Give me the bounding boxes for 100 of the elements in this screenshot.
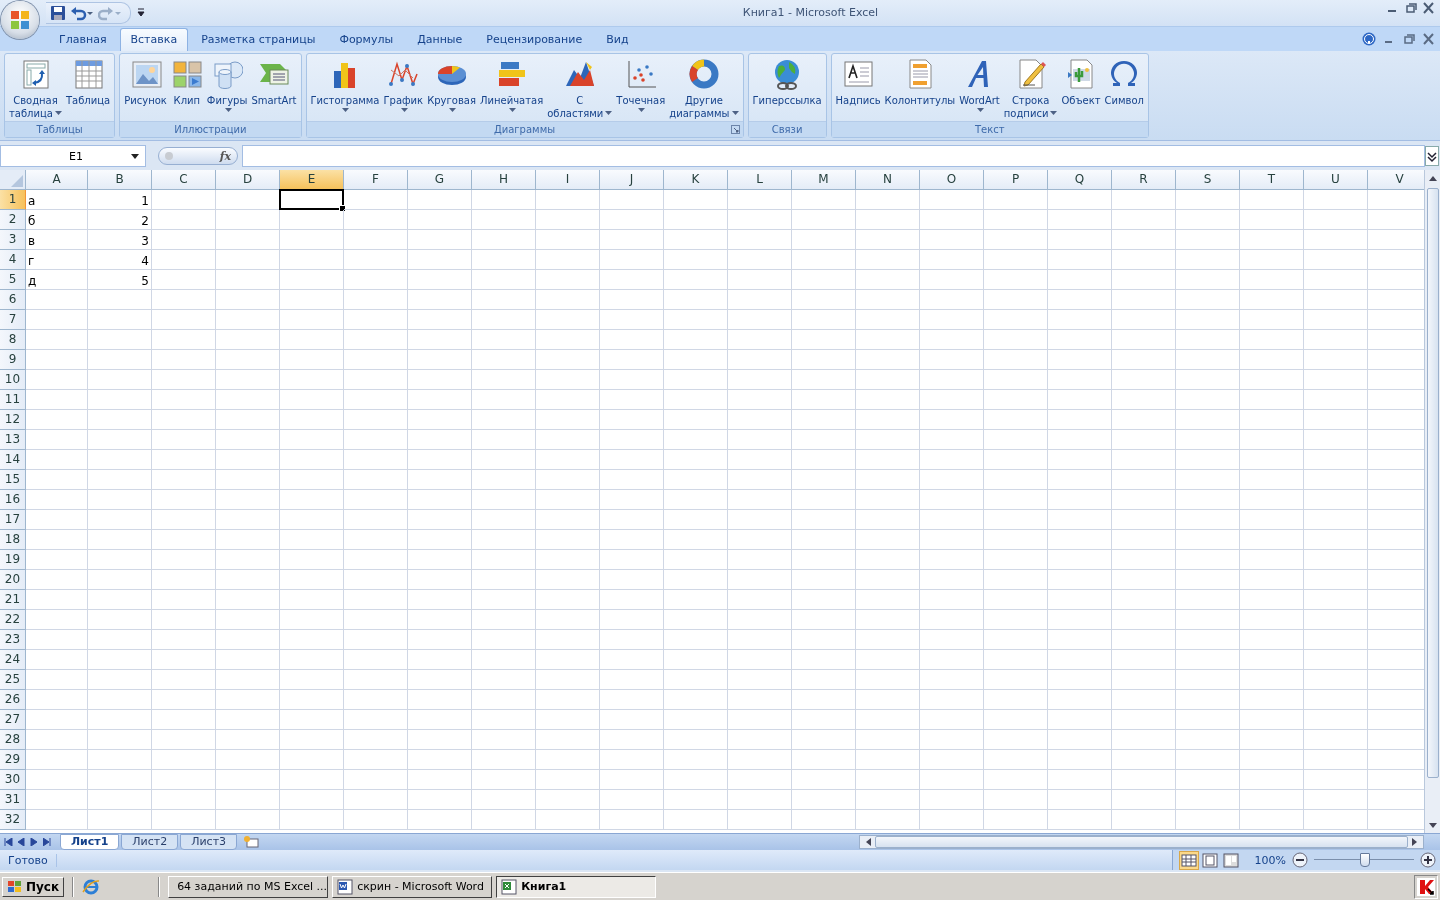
browser-icon[interactable] — [82, 877, 101, 896]
row-header[interactable]: 29 — [0, 750, 26, 771]
row-header[interactable]: 5 — [0, 270, 26, 291]
column-header[interactable]: L — [728, 170, 792, 191]
row-header[interactable]: 19 — [0, 550, 26, 571]
column-header[interactable]: N — [856, 170, 920, 191]
zoom-out-icon[interactable] — [1292, 852, 1308, 869]
column-header[interactable]: M — [792, 170, 856, 191]
row-header[interactable]: 3 — [0, 230, 26, 251]
row-header[interactable]: 30 — [0, 770, 26, 791]
row-header[interactable]: 1 — [0, 190, 26, 211]
row-header[interactable]: 31 — [0, 790, 26, 811]
previous-sheet-icon[interactable] — [17, 838, 26, 847]
row-header[interactable]: 9 — [0, 350, 26, 371]
ribbon-button[interactable]: Объект — [1059, 55, 1103, 121]
column-header[interactable]: U — [1304, 170, 1368, 191]
sheet-tab[interactable]: Лист3 — [180, 834, 238, 851]
taskbar-button[interactable]: 64 заданий по MS Excel ... — [168, 875, 329, 898]
grid-cell[interactable]: 3 — [88, 230, 152, 251]
view-button[interactable] — [1199, 850, 1220, 870]
column-header[interactable]: C — [152, 170, 216, 191]
customize-caret-icon[interactable] — [137, 7, 145, 18]
column-header[interactable]: E — [280, 170, 344, 191]
grid-cell[interactable]: г — [26, 250, 88, 271]
ribbon-button[interactable]: Символ — [1102, 55, 1146, 121]
ribbon-button[interactable]: Другие диаграммы — [667, 55, 741, 121]
ribbon-tab[interactable]: Главная — [48, 27, 118, 51]
taskbar-button[interactable]: Книга1 — [496, 875, 657, 898]
grid-cell[interactable]: 1 — [88, 190, 152, 211]
row-header[interactable]: 12 — [0, 410, 26, 431]
ribbon-button[interactable]: Линейчатая — [477, 55, 546, 121]
ribbon-button[interactable]: Клип — [168, 55, 205, 121]
grid-cell[interactable]: 2 — [88, 210, 152, 231]
column-header[interactable]: I — [536, 170, 600, 191]
row-header[interactable]: 27 — [0, 710, 26, 731]
grid-cell[interactable]: 4 — [88, 250, 152, 271]
horizontal-scrollbar[interactable] — [858, 835, 1424, 850]
ribbon-tab[interactable]: Разметка страницы — [190, 27, 327, 51]
name-box[interactable]: E1 — [0, 145, 146, 168]
close-button[interactable] — [1422, 2, 1436, 14]
scroll-up-icon[interactable] — [1428, 175, 1437, 181]
column-header[interactable]: A — [26, 170, 88, 191]
scroll-left-icon[interactable] — [865, 838, 871, 847]
row-header[interactable]: 26 — [0, 690, 26, 711]
row-header[interactable]: 15 — [0, 470, 26, 491]
insert-sheet-icon[interactable] — [243, 836, 260, 849]
ribbon-button[interactable]: Таблица — [63, 55, 113, 121]
column-header[interactable]: T — [1240, 170, 1304, 191]
row-header[interactable]: 17 — [0, 510, 26, 531]
scroll-down-icon[interactable] — [1428, 822, 1437, 828]
row-header[interactable]: 21 — [0, 590, 26, 611]
ribbon-button[interactable]: Фигуры — [204, 55, 250, 121]
row-header[interactable]: 11 — [0, 390, 26, 411]
column-header[interactable]: H — [472, 170, 536, 191]
formula-field[interactable] — [242, 145, 1425, 168]
select-all-button[interactable] — [0, 170, 26, 191]
row-header[interactable]: 28 — [0, 730, 26, 751]
insert-function-button[interactable]: fx — [219, 149, 231, 163]
last-sheet-icon[interactable] — [43, 838, 52, 847]
column-header[interactable]: V — [1368, 170, 1424, 191]
column-header[interactable]: D — [216, 170, 280, 191]
row-header[interactable]: 16 — [0, 490, 26, 511]
row-header[interactable]: 25 — [0, 670, 26, 691]
column-header[interactable]: O — [920, 170, 984, 191]
row-header[interactable]: 10 — [0, 370, 26, 391]
sheet-tab[interactable]: Лист1 — [59, 834, 120, 851]
row-header[interactable]: 22 — [0, 610, 26, 631]
vertical-scrollbar[interactable] — [1424, 170, 1440, 834]
ribbon-button[interactable]: С областями — [545, 55, 615, 121]
grid-cell[interactable]: а — [26, 190, 88, 211]
ribbon-button[interactable]: Точечная — [614, 55, 668, 121]
ribbon-button[interactable]: Гистограмма — [308, 55, 382, 121]
taskbar-button[interactable]: скрин - Microsoft Word — [332, 875, 493, 898]
ribbon-tab[interactable]: Вставка — [119, 27, 189, 51]
row-header[interactable]: 24 — [0, 650, 26, 671]
ribbon-tab[interactable]: Рецензирование — [475, 27, 594, 51]
grid-cell[interactable]: д — [26, 270, 88, 291]
column-header[interactable]: F — [344, 170, 408, 191]
sheet-tab[interactable]: Лист2 — [121, 834, 179, 851]
start-button[interactable]: Пуск — [2, 876, 65, 897]
row-header[interactable]: 2 — [0, 210, 26, 231]
expand-formula-icon[interactable] — [1425, 146, 1439, 167]
dialog-launcher-icon[interactable] — [730, 124, 740, 134]
ribbon-button[interactable]: Колонтитулы — [882, 55, 958, 121]
row-header[interactable]: 32 — [0, 810, 26, 831]
ribbon-button[interactable]: Рисунок — [122, 55, 169, 121]
ribbon-button[interactable]: Надпись — [833, 55, 883, 121]
dropdown-arrow-icon[interactable] — [131, 153, 139, 159]
save-icon[interactable] — [50, 4, 66, 21]
scroll-right-icon[interactable] — [1412, 838, 1417, 847]
grid-cell[interactable]: б — [26, 210, 88, 231]
zoom-level[interactable]: 100% — [1254, 853, 1286, 867]
column-header[interactable]: B — [88, 170, 152, 191]
row-header[interactable]: 23 — [0, 630, 26, 651]
column-header[interactable]: S — [1176, 170, 1240, 191]
row-header[interactable]: 13 — [0, 430, 26, 451]
ribbon-button[interactable]: Строка подписи — [1001, 55, 1060, 121]
ribbon-tab[interactable]: Вид — [595, 27, 640, 51]
zoom-slider[interactable] — [1314, 852, 1414, 869]
restore-button[interactable] — [1404, 2, 1418, 14]
